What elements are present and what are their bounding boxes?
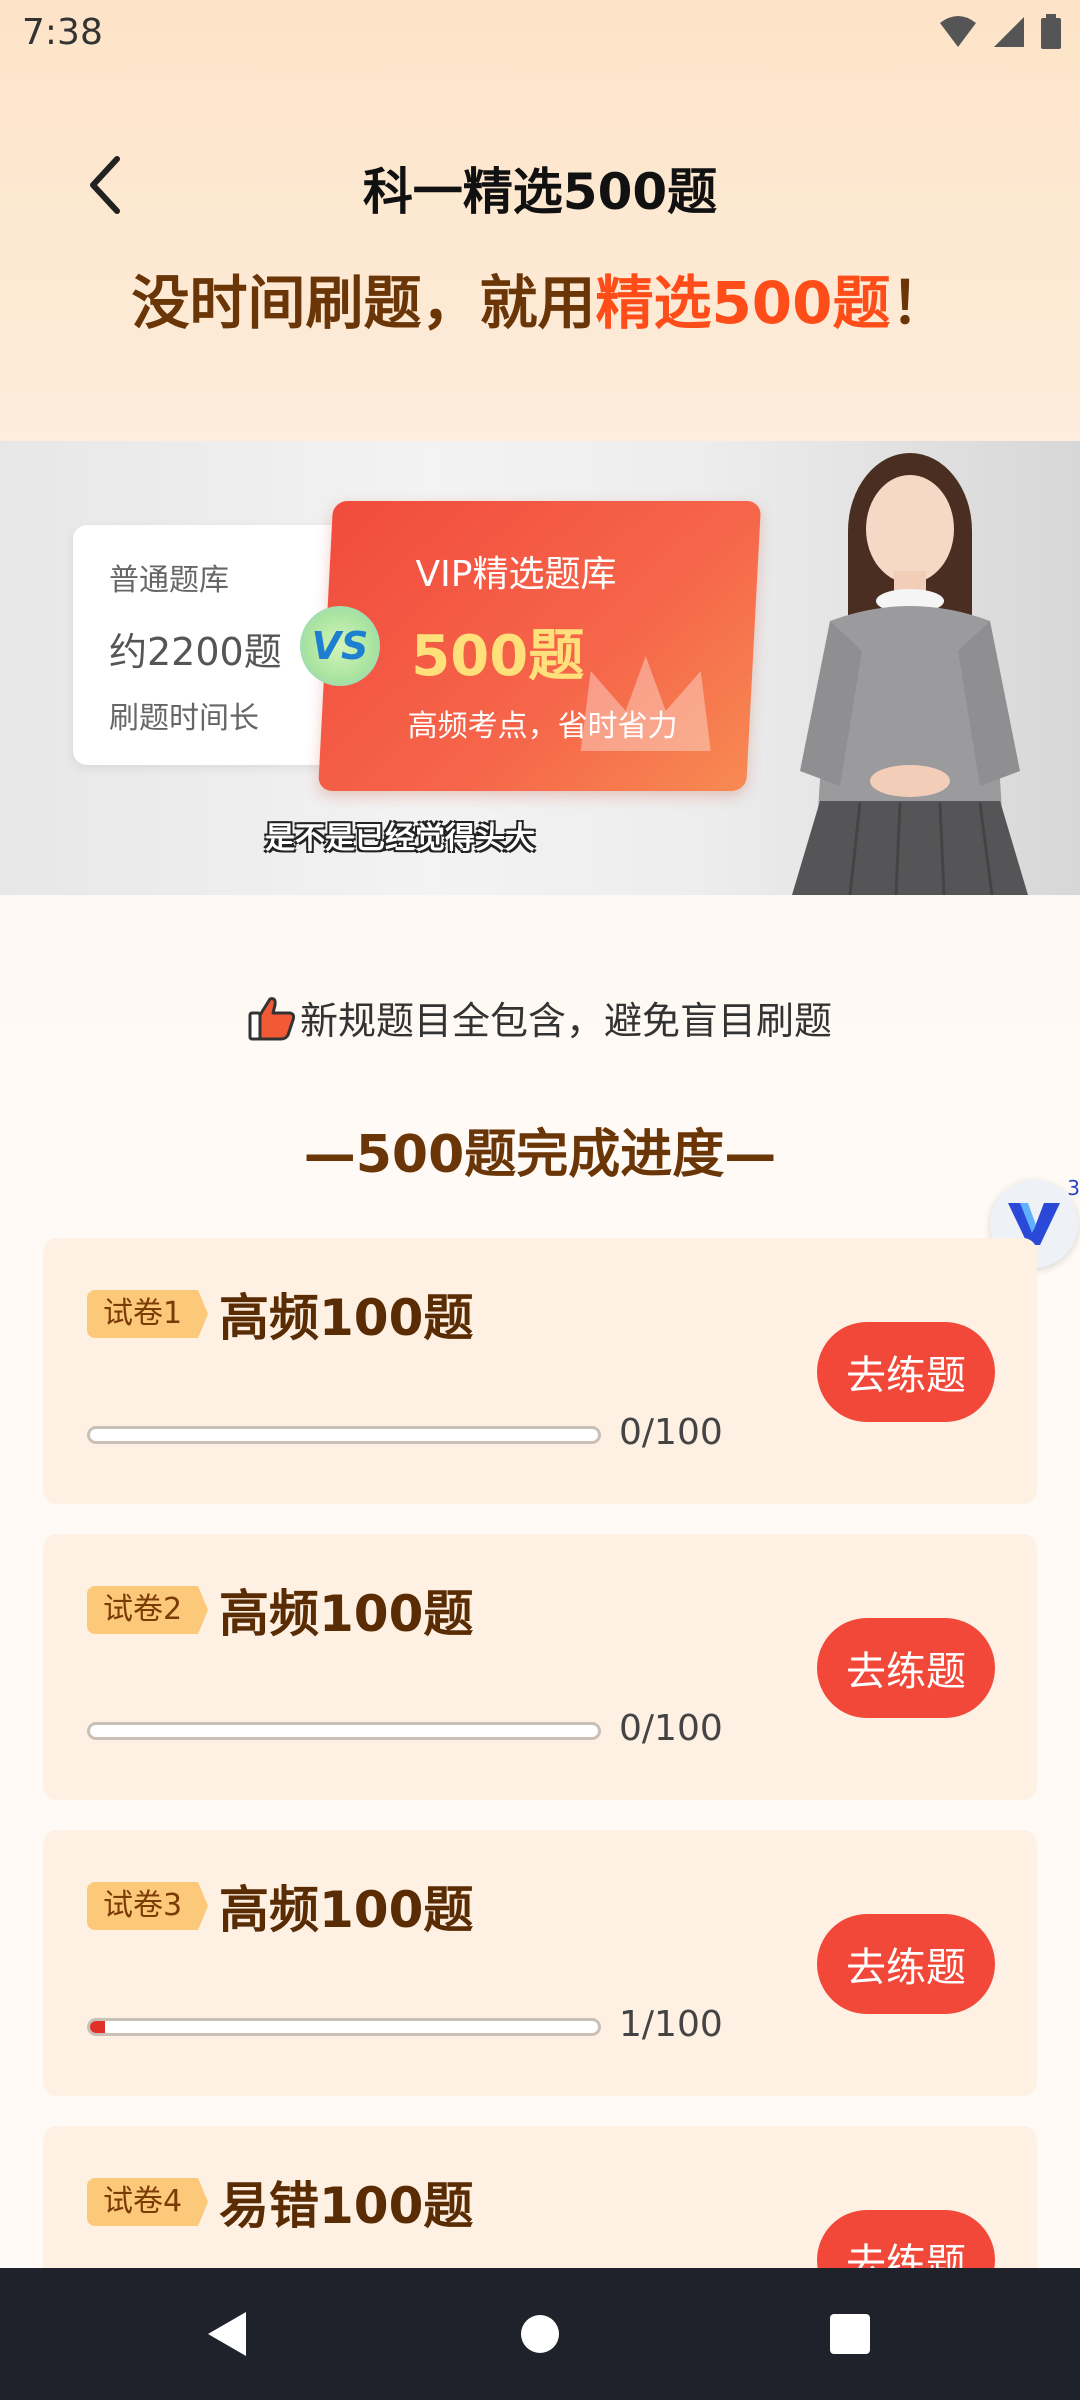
slogan-suffix: ！ (890, 269, 949, 337)
normal-bank-note: 刷题时间长 (109, 701, 259, 736)
square-recents-icon (830, 2314, 870, 2354)
practice-button[interactable]: 去练题 (817, 1914, 995, 2014)
progress-text: 0/100 (619, 1708, 723, 1749)
page-title: 科一精选500题 (362, 163, 718, 221)
video-caption: 是不是已经觉得头大 (265, 821, 535, 856)
battery-icon (1041, 14, 1061, 49)
paper-tag: 试卷4 (87, 2178, 209, 2226)
progress-bar (87, 1722, 601, 1740)
progress-section-title: —500题完成进度— (303, 1125, 777, 1185)
practice-button[interactable]: 去练题 (817, 1618, 995, 1718)
nav-home-button[interactable] (510, 2304, 570, 2364)
slogan: 没时间刷题，就用精选500题！ (0, 256, 1080, 340)
system-navigation-bar (0, 2268, 1080, 2400)
intro-video[interactable]: 普通题库 约2200题 刷题时间长 VIP精选题库 500题 高频考点，省时省力… (0, 441, 1080, 895)
crown-icon (580, 656, 711, 751)
paper-name: 易错100题 (219, 2177, 474, 2235)
paper-name: 高频100题 (219, 1289, 474, 1347)
slogan-highlight: 精选500题 (595, 269, 891, 337)
paper-card: 试卷1 高频100题 0/100 去练题 (43, 1238, 1037, 1504)
floating-badge-count: 3 (1067, 1176, 1080, 1200)
nav-back-button[interactable] (196, 2304, 256, 2364)
triangle-back-icon (208, 2312, 246, 2356)
vip-bank-card: VIP精选题库 500题 高频考点，省时省力 (318, 501, 762, 791)
vip-bank-count: 500题 (411, 624, 585, 689)
status-icons (938, 14, 1062, 50)
vip-bank-label: VIP精选题库 (415, 554, 617, 595)
vs-badge: VS (300, 606, 380, 686)
nav-recents-button[interactable] (820, 2304, 880, 2364)
progress-bar (87, 1426, 601, 1444)
paper-card: 试卷3 高频100题 1/100 去练题 (43, 1830, 1037, 2096)
paper-tag: 试卷3 (87, 1882, 209, 1930)
slogan-prefix: 没时间刷题，就用 (131, 269, 596, 337)
feature-text: 新规题目全包含，避免盲目刷题 (299, 999, 832, 1043)
presenter-image (792, 453, 1028, 895)
paper-name: 高频100题 (219, 1585, 474, 1643)
practice-button[interactable]: 去练题 (817, 1322, 995, 1422)
normal-bank-count: 约2200题 (109, 630, 282, 674)
progress-text: 1/100 (619, 2004, 723, 2045)
status-time: 7:38 (22, 12, 103, 53)
progress-bar (87, 2018, 601, 2036)
feature-line: 新规题目全包含，避免盲目刷题 (0, 990, 1080, 1045)
paper-tag: 试卷1 (87, 1290, 209, 1338)
normal-bank-label: 普通题库 (109, 563, 229, 598)
paper-card: 试卷2 高频100题 0/100 去练题 (43, 1534, 1037, 1800)
wifi-icon (940, 16, 976, 47)
thumbs-up-icon (248, 996, 296, 1040)
navigation-header: 科一精选500题 (0, 140, 1080, 230)
progress-fill (90, 2021, 106, 2033)
signal-icon (994, 17, 1024, 47)
circle-home-icon (521, 2315, 559, 2353)
progress-text: 0/100 (619, 1412, 723, 1453)
paper-tag: 试卷2 (87, 1586, 209, 1634)
status-bar: 7:38 (0, 0, 1080, 68)
paper-name: 高频100题 (219, 1881, 474, 1939)
